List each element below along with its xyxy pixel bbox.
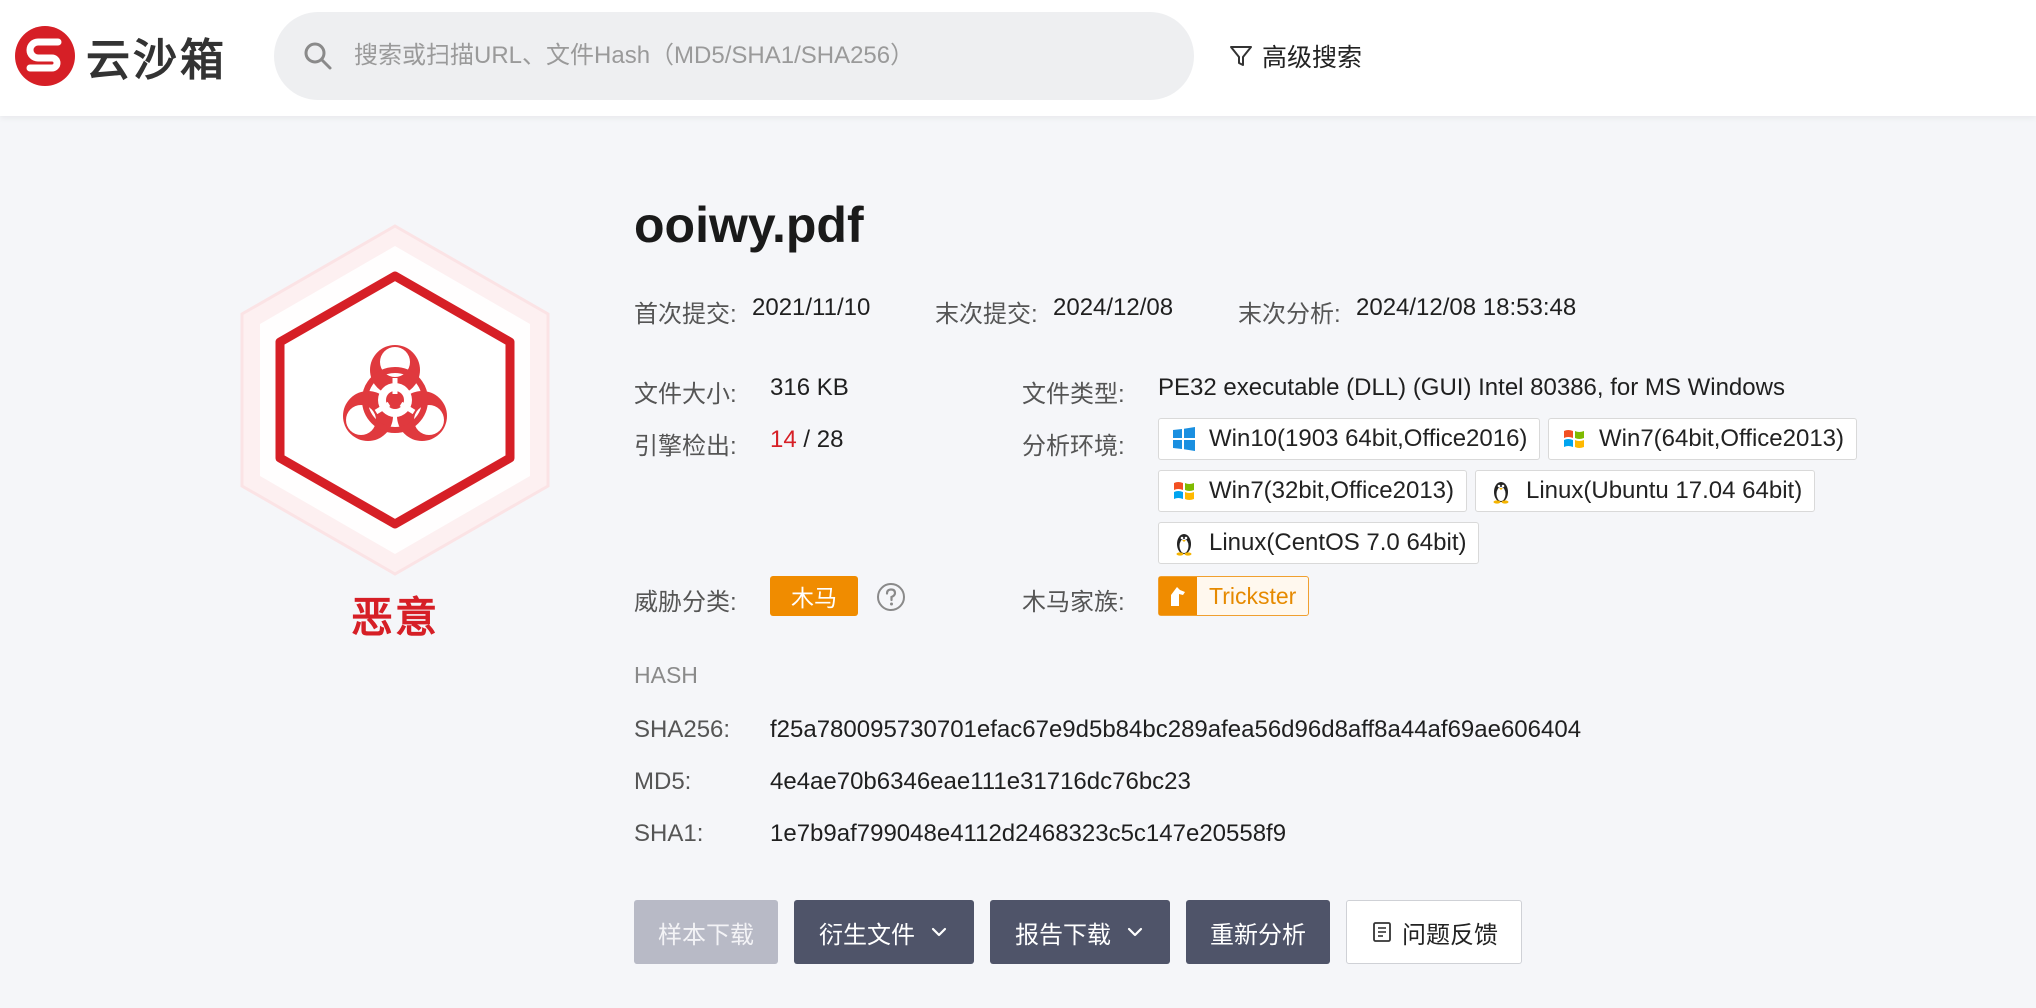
feedback-doc-icon (1373, 922, 1391, 942)
malicious-hex-badge (240, 224, 550, 576)
threat-tag-trojan[interactable]: 木马 (770, 576, 858, 616)
windows7-icon (1174, 482, 1194, 500)
file-type-value: PE32 executable (DLL) (GUI) Intel 80386,… (1158, 374, 1785, 401)
search-input[interactable] (354, 42, 1174, 70)
env-tag-win7-32[interactable]: Win7(32bit,Office2013) (1158, 470, 1468, 512)
file-name-title: ooiwy.pdf (634, 197, 864, 253)
reanalyze-label: 重新分析 (1210, 921, 1306, 949)
advanced-search-button[interactable]: 高级搜索 (1228, 38, 1362, 74)
threat-class-label: 威胁分类: (634, 589, 737, 616)
last-analysis-value: 2024/12/08 18:53:48 (1356, 294, 1577, 321)
engine-detect-value: 14 / 28 (770, 426, 843, 454)
advanced-search-label: 高级搜索 (1262, 44, 1363, 72)
chevron-down-icon (1127, 927, 1143, 937)
last-submit-value: 2024/12/08 (1053, 294, 1174, 321)
md5-value[interactable]: 4e4ae70b6346eae111e31716dc76bc23 (770, 768, 1191, 796)
download-sample-label: 样本下载 (658, 921, 754, 949)
family-tag-label: Trickster (1209, 582, 1297, 609)
download-report-dropdown[interactable]: 报告下载 (990, 900, 1170, 964)
linux-penguin-icon (1176, 534, 1192, 556)
last-analysis-label: 末次分析: (1238, 301, 1341, 328)
file-size-label: 文件大小: (634, 381, 737, 408)
feedback-label: 问题反馈 (1402, 921, 1498, 949)
env-tag-label: Win10(1903 64bit,Office2016) (1209, 425, 1528, 452)
engine-detect-label: 引擎检出: (634, 433, 737, 460)
env-tag-ubuntu[interactable]: Linux(Ubuntu 17.04 64bit) (1475, 470, 1816, 512)
top-header: 云沙箱 高级搜索 (0, 0, 2036, 116)
last-submit-label: 末次提交: (935, 301, 1038, 328)
env-tag-centos[interactable]: Linux(CentOS 7.0 64bit) (1158, 522, 1480, 564)
sha256-value[interactable]: f25a780095730701efac67e9d5b84bc289afea56… (770, 716, 1581, 744)
sha1-label: SHA1: (634, 820, 704, 847)
file-size-value: 316 KB (770, 374, 849, 401)
env-tag-label: Win7(32bit,Office2013) (1209, 477, 1455, 504)
md5-label: MD5: (634, 768, 692, 795)
env-tag-label: Linux(Ubuntu 17.04 64bit) (1526, 477, 1803, 504)
derived-files-dropdown[interactable]: 衍生文件 (794, 900, 974, 964)
download-report-label: 报告下载 (1015, 921, 1111, 949)
env-tag-label: Win7(64bit,Office2013) (1599, 425, 1845, 452)
verdict-label: 恶意 (350, 593, 439, 642)
env-tag-win10[interactable]: Win10(1903 64bit,Office2016) (1158, 418, 1541, 460)
help-question-icon[interactable] (876, 582, 906, 612)
derived-files-label: 衍生文件 (819, 921, 915, 949)
search-icon (304, 42, 332, 70)
feedback-button[interactable]: 问题反馈 (1346, 900, 1522, 964)
windows7-icon (1564, 430, 1584, 448)
analysis-env-label: 分析环境: (1022, 433, 1125, 460)
detect-separator: / (796, 426, 817, 453)
file-type-label: 文件类型: (1022, 381, 1125, 408)
trojan-family-label: 木马家族: (1022, 589, 1125, 616)
logo-text: 云沙箱 (86, 35, 227, 86)
detect-hits: 14 (770, 426, 797, 453)
hash-heading: HASH (634, 662, 698, 688)
reanalyze-button[interactable]: 重新分析 (1186, 900, 1330, 964)
family-tag-icon (1159, 577, 1197, 615)
detect-total: 28 (816, 426, 844, 453)
search-bar[interactable] (274, 12, 1194, 100)
sha1-value[interactable]: 1e7b9af799048e4112d2468323c5c147e20558f9 (770, 820, 1286, 848)
family-tag-trickster[interactable]: Trickster (1158, 576, 1310, 616)
first-submit-label: 首次提交: (634, 301, 737, 328)
env-tag-win7-64[interactable]: Win7(64bit,Office2013) (1548, 418, 1858, 460)
logo[interactable]: 云沙箱 (14, 24, 227, 88)
first-submit-value: 2021/11/10 (752, 294, 871, 321)
sha256-label: SHA256: (634, 716, 731, 743)
logo-s-icon (15, 26, 75, 86)
windows10-icon (1173, 427, 1195, 451)
download-sample-button[interactable]: 样本下载 (634, 900, 778, 964)
filter-icon (1230, 46, 1252, 66)
env-tag-label: Linux(CentOS 7.0 64bit) (1209, 529, 1467, 556)
linux-penguin-icon (1493, 482, 1509, 504)
horse-icon (1171, 587, 1185, 606)
chevron-down-icon (931, 927, 947, 937)
